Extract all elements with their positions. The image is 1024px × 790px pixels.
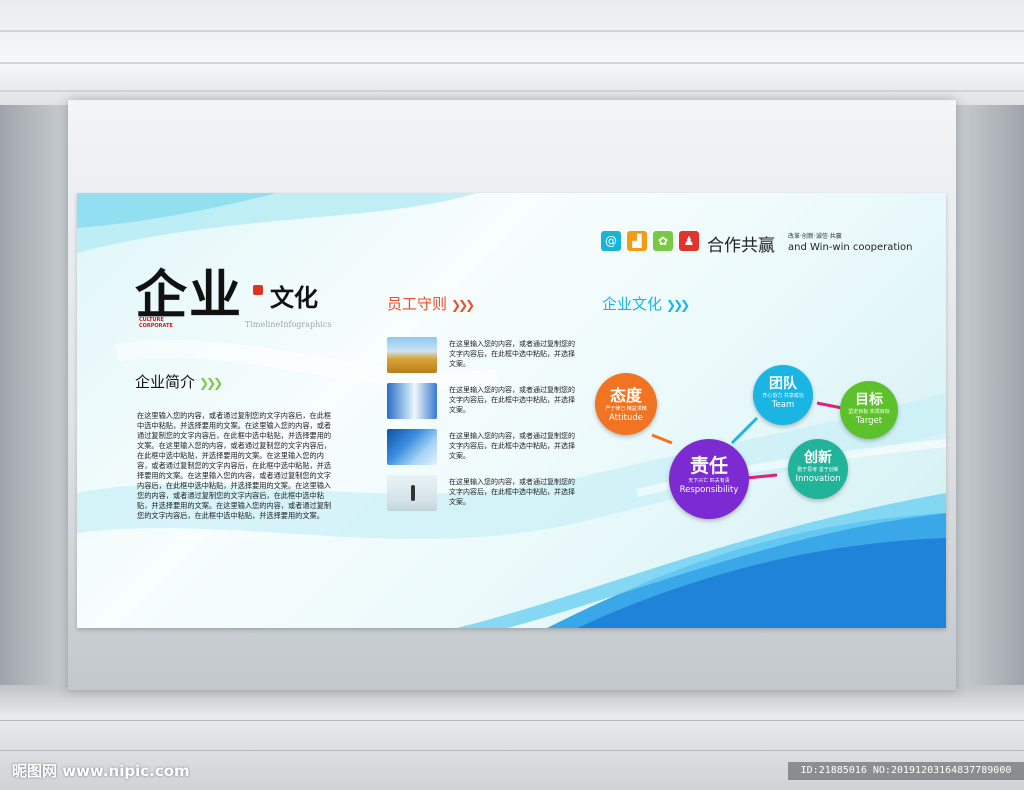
culture-heading: 企业文化 ❯❯❯ [602,293,690,314]
wall-left [0,105,70,685]
rule-item: 在这里输入您的内容，或者通过复制您的文字内容后，在此框中选中粘贴，并选择文案。 [387,337,587,385]
circle-tiny: 齐心协力 共享成功 [762,393,804,399]
floor-line [0,750,1024,751]
rules-heading: 员工守则 ❯❯❯ [387,293,475,314]
circle-en: Attitude [608,413,644,423]
circle-cn: 团队 [769,376,797,392]
circle-tiny: 天下兴亡 匹夫有责 [688,478,730,484]
ceiling-line [0,62,1024,64]
rule-text: 在这里输入您的内容，或者通过复制您的文字内容后，在此框中选中粘贴，并选择文案。 [449,340,575,368]
rule-item: 在这里输入您的内容，或者通过复制您的文字内容后，在此框中选中粘贴，并选择文案。 [387,383,587,431]
circle-en: Innovation [795,474,841,484]
circle-tiny: 勤于思考 善于创新 [797,467,839,473]
arrows-icon: ❯❯❯ [666,298,690,312]
wall-right [954,105,1024,685]
flower-icon: ✿ [653,231,673,251]
chart-icon: ▟ [627,231,647,251]
cooperation-slogan: 改革·创新·诚信·共赢 [788,233,842,240]
rules-title: 员工守则 [387,295,448,313]
intro-title: 企业简介 [135,373,196,391]
circle-cn: 目标 [855,392,883,408]
cooperation-english: and Win-win cooperation [788,242,913,253]
culture-title: 企业文化 [602,295,663,313]
circle-tiny: 坚定目标 实现目标 [848,409,890,415]
wheat-field-image [387,337,437,373]
cooperation-title: 合作共赢 [707,236,775,256]
intro-body: 在这里输入您的内容，或者通过复制您的文字内容后，在此框中选中粘贴，并选择要用的文… [137,411,332,520]
rule-item: 在这里输入您的内容，或者通过复制您的文字内容后，在此框中选中粘贴，并选择文案。 [387,475,587,523]
title-accent [253,285,263,295]
circle-innovation: 创新 勤于思考 善于创新 Innovation [788,439,848,499]
circle-cn: 创新 [804,450,832,466]
culture-board: 企业 文化 CULTURE CORPORATE TimelineInfograp… [77,193,946,628]
at-icon: @ [601,231,621,251]
buildings-image [387,429,437,465]
arrows-icon: ❯❯❯ [451,298,475,312]
handshake-image [387,383,437,419]
floor-line [0,720,1024,721]
person-silhouette-icon [411,485,415,501]
watermark-id: ID:21885016 NO:20191203164837789000 [788,762,1024,780]
rule-item: 在这里输入您的内容，或者通过复制您的文字内容后，在此框中选中粘贴，并选择文案。 [387,429,587,477]
board-title-tiny: CULTURE CORPORATE [139,317,173,329]
person-icon: ♟ [679,231,699,251]
rule-text: 在这里输入您的内容，或者通过复制您的文字内容后，在此框中选中粘贴，并选择文案。 [449,432,575,460]
circle-attitude: 态度 严于律己 精益求精 Attitude [595,373,657,435]
circle-cn: 态度 [609,386,642,405]
ceiling-line [0,30,1024,32]
watermark-logo: 昵图网 www.nipic.com [12,762,190,780]
rule-text: 在这里输入您的内容，或者通过复制您的文字内容后，在此框中选中粘贴，并选择文案。 [449,478,575,506]
circle-cn: 责任 [689,455,728,477]
circle-en: Team [771,400,795,410]
circle-en: Responsibility [679,485,739,495]
circle-target: 目标 坚定目标 实现目标 Target [840,381,898,439]
businessman-image [387,475,437,511]
circle-responsibility: 责任 天下兴亡 匹夫有责 Responsibility [669,439,749,519]
board-title-small: 文化 [270,283,318,312]
ceiling-line [0,90,1024,92]
arrows-icon: ❯❯❯ [199,376,223,390]
circle-en: Target [855,416,883,426]
circle-team: 团队 齐心协力 共享成功 Team [753,365,813,425]
board-subtitle: TimelineInfographics [245,320,332,329]
circle-tiny: 严于律己 精益求精 [605,406,647,412]
intro-heading: 企业简介 ❯❯❯ [135,371,223,392]
rule-text: 在这里输入您的内容，或者通过复制您的文字内容后，在此框中选中粘贴，并选择文案。 [449,386,575,414]
